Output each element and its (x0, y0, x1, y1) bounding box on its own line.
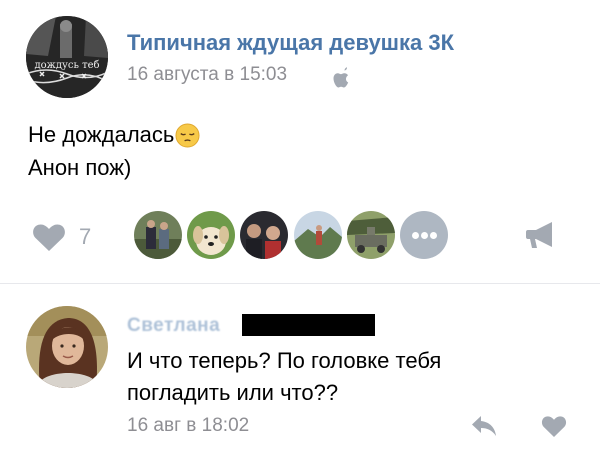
likes-count[interactable]: 7 (79, 224, 91, 250)
liker-avatar[interactable] (240, 211, 288, 259)
dot (412, 232, 419, 239)
group-avatar-image: дождусь теб (26, 16, 108, 98)
commenter-avatar[interactable] (26, 306, 108, 388)
liker-avatar[interactable] (187, 211, 235, 259)
liker-avatar[interactable] (134, 211, 182, 259)
liker-avatar[interactable] (294, 211, 342, 259)
comment-text-line: И что теперь? По головке тебя (127, 348, 442, 373)
post-date: 16 августа в 15:03 (127, 64, 288, 85)
dot (421, 232, 428, 239)
comment-date: 16 авг в 18:02 (127, 415, 250, 436)
dot (430, 232, 437, 239)
post-text-line: Не дождалась (28, 122, 200, 148)
liker-photo (347, 211, 395, 259)
group-name-link[interactable]: Типичная ждущая девушка 3К (127, 30, 454, 56)
avatar-caption: дождусь теб (34, 60, 99, 71)
liker-photo (240, 211, 288, 259)
liker-photo (134, 211, 182, 259)
commenter-name-link[interactable]: Светлана (127, 315, 220, 337)
comment-heart-icon[interactable] (541, 414, 567, 438)
redaction-bar (242, 314, 375, 336)
comment-text-line: погладить или что?? (127, 380, 339, 405)
divider (0, 283, 600, 284)
megaphone-share-icon[interactable] (524, 220, 556, 250)
liker-photo (187, 211, 235, 259)
post-text-line: Анон пож) (28, 155, 132, 180)
liker-photo (294, 211, 342, 259)
commenter-photo (26, 306, 108, 388)
heart-icon[interactable] (32, 222, 66, 252)
pensive-face-emoji-icon (175, 123, 200, 148)
reply-icon[interactable] (470, 413, 498, 439)
apple-icon (333, 67, 349, 88)
liker-avatar[interactable] (347, 211, 395, 259)
more-likers-button[interactable] (400, 211, 448, 259)
group-avatar[interactable]: дождусь теб (26, 16, 108, 98)
